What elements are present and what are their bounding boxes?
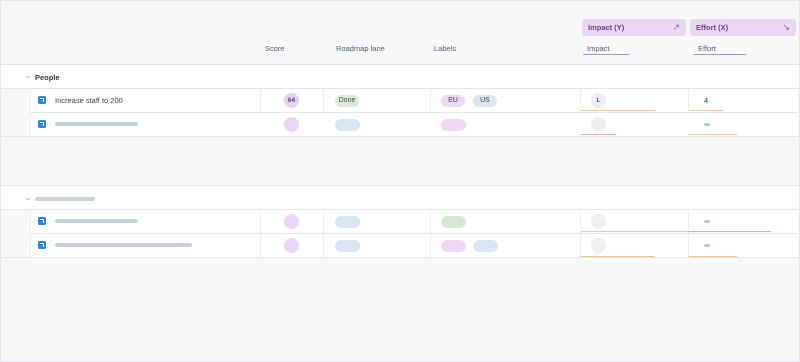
group-header-row — [1, 186, 799, 209]
jira-story-icon — [38, 120, 46, 128]
effort-bar — [689, 231, 771, 232]
impact-placeholder — [591, 238, 606, 253]
row-title-placeholder — [55, 219, 138, 223]
effort-bar — [689, 110, 723, 111]
roadmap-table — [0, 0, 800, 362]
group-header-row — [1, 65, 799, 88]
roadmap-lane-placeholder — [335, 216, 360, 228]
score-badge-placeholder — [284, 117, 299, 132]
row-title-placeholder — [55, 243, 192, 247]
effort-header-underline — [693, 54, 746, 55]
jira-story-icon — [38, 241, 46, 249]
impact-bar — [581, 110, 655, 111]
impact-placeholder — [591, 117, 606, 132]
impact-bar — [581, 134, 616, 135]
trend-up-icon: ↗ — [672, 22, 680, 32]
effort-axis-label: Effort (X) — [696, 23, 729, 32]
label-placeholder — [473, 240, 498, 252]
impact-axis-label: Impact (Y) — [588, 23, 625, 32]
label-placeholder — [441, 119, 466, 131]
impact-axis-header[interactable]: Impact (Y) ↗ — [582, 19, 686, 36]
jira-story-icon — [38, 96, 46, 104]
effort-placeholder — [704, 123, 710, 126]
impact-placeholder — [591, 214, 606, 229]
effort-bar — [689, 134, 737, 135]
impact-bar — [581, 231, 689, 232]
effort-placeholder — [704, 220, 710, 223]
score-badge: 64 — [284, 93, 299, 108]
label-placeholder — [441, 216, 466, 228]
jira-story-icon — [38, 217, 46, 225]
table-row[interactable] — [30, 89, 798, 112]
column-header-effort[interactable]: Effort — [698, 44, 716, 53]
label-chip[interactable]: US — [473, 95, 497, 107]
group-title-placeholder — [35, 197, 95, 201]
trend-down-icon: ↘ — [782, 22, 790, 32]
label-placeholder — [441, 240, 466, 252]
column-header-score[interactable]: Score — [265, 44, 285, 53]
impact-header-underline — [583, 54, 629, 55]
chevron-down-icon[interactable]: › — [23, 73, 31, 81]
divider — [0, 257, 800, 258]
column-header-impact[interactable]: Impact — [587, 44, 610, 53]
impact-value[interactable]: L — [591, 93, 606, 108]
chevron-down-icon[interactable]: › — [23, 195, 31, 203]
group-title[interactable]: People — [35, 73, 60, 82]
divider — [0, 136, 800, 137]
effort-placeholder — [704, 244, 710, 247]
label-chip[interactable]: EU — [441, 95, 465, 107]
score-badge-placeholder — [284, 238, 299, 253]
column-header-roadmap-lane[interactable]: Roadmap lane — [336, 44, 385, 53]
effort-axis-header[interactable]: Effort (X) ↘ — [690, 19, 796, 36]
roadmap-lane-placeholder — [335, 119, 360, 131]
column-header-labels[interactable]: Labels — [434, 44, 456, 53]
effort-value[interactable]: 4 — [704, 96, 708, 105]
table-row[interactable] — [31, 113, 798, 136]
score-badge-placeholder — [284, 214, 299, 229]
row-title-placeholder — [55, 122, 138, 126]
row-title[interactable]: Increase staff to 200 — [55, 96, 123, 105]
divider — [30, 233, 798, 234]
roadmap-lane-chip[interactable]: Done — [335, 95, 359, 107]
roadmap-lane-placeholder — [335, 240, 360, 252]
